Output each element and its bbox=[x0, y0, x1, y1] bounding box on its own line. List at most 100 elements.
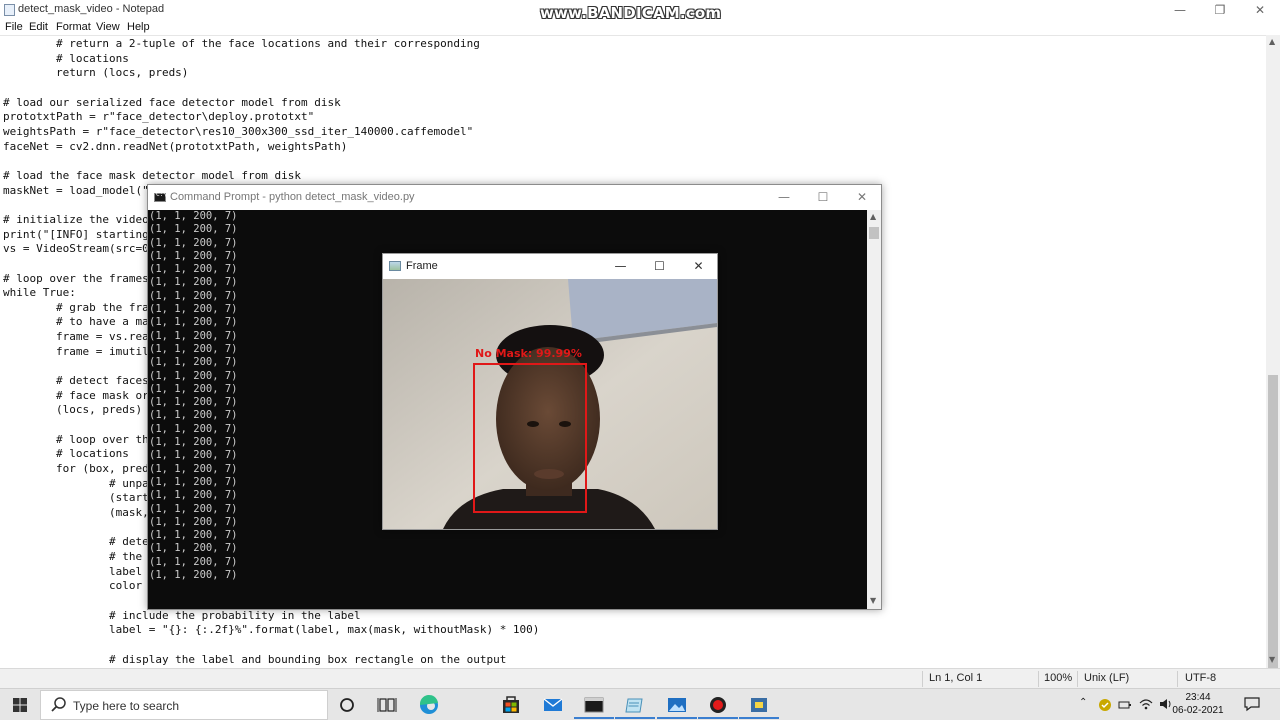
cmd-output-line: (1, 1, 200, 7) bbox=[149, 303, 238, 316]
photos-taskbar-button[interactable] bbox=[657, 691, 697, 719]
menu-format[interactable]: Format bbox=[56, 21, 91, 33]
code-line: faceNet = cv2.dnn.readNet(prototxtPath, … bbox=[3, 139, 348, 153]
cmd-title: Command Prompt - python detect_mask_vide… bbox=[170, 191, 415, 203]
store-button[interactable] bbox=[491, 691, 531, 719]
cmd-output-line: (1, 1, 200, 7) bbox=[149, 223, 238, 236]
taskbar-search-box[interactable]: Type here to search bbox=[40, 690, 328, 720]
cmd-scroll-thumb[interactable] bbox=[869, 227, 879, 239]
scroll-down-icon[interactable]: ▼ bbox=[1269, 655, 1275, 664]
cmd-output-line: (1, 1, 200, 7) bbox=[149, 236, 238, 249]
clock-date: 06-02-2021 bbox=[1172, 705, 1224, 716]
minimize-button[interactable]: — bbox=[1160, 0, 1200, 20]
cmd-app-icon: C:\ bbox=[154, 191, 167, 202]
mail-button[interactable] bbox=[533, 691, 573, 719]
cmd-output-line: (1, 1, 200, 7) bbox=[149, 356, 238, 369]
code-line: # load our serialized face detector mode… bbox=[3, 95, 341, 109]
close-button[interactable]: ✕ bbox=[1240, 0, 1280, 20]
notepad-statusbar: Ln 1, Col 1 100% Unix (LF) UTF-8 bbox=[0, 668, 1280, 688]
bandicam-taskbar-button[interactable] bbox=[698, 691, 738, 719]
scroll-up-icon[interactable]: ▲ bbox=[870, 212, 876, 221]
minimize-icon: — bbox=[614, 259, 627, 273]
minimize-icon: — bbox=[778, 190, 790, 204]
task-view-icon bbox=[377, 698, 397, 712]
maximize-button[interactable]: ❐ bbox=[1200, 0, 1240, 20]
frame-minimize-button[interactable]: — bbox=[601, 254, 640, 279]
taskbar-clock[interactable]: 23:44 06-02-2021 bbox=[1168, 691, 1228, 717]
status-divider bbox=[1038, 671, 1039, 687]
menu-help[interactable]: Help bbox=[127, 21, 150, 33]
frame-maximize-button[interactable]: ☐ bbox=[640, 254, 679, 279]
frame-close-button[interactable]: ✕ bbox=[679, 254, 718, 279]
security-icon[interactable] bbox=[1098, 698, 1112, 712]
taskbar: Type here to search ⌃ 23:44 06-02-2021 bbox=[0, 688, 1280, 720]
cmd-close-button[interactable]: ✕ bbox=[842, 185, 882, 210]
cmd-titlebar[interactable]: C:\ Command Prompt - python detect_mask_… bbox=[148, 185, 881, 210]
notepad-icon bbox=[625, 698, 643, 713]
code-line: # return a 2-tuple of the face locations… bbox=[3, 37, 480, 50]
menu-edit[interactable]: Edit bbox=[29, 21, 48, 33]
minimize-icon: — bbox=[1174, 3, 1186, 17]
code-line: label = "{}: {:.2f}%".format(label, max(… bbox=[3, 623, 540, 637]
cmd-output-line: (1, 1, 200, 7) bbox=[149, 276, 238, 289]
code-line: # locations bbox=[3, 51, 129, 65]
notifications-icon[interactable] bbox=[1243, 696, 1261, 712]
person-eye bbox=[527, 421, 539, 427]
cmd-output-line: (1, 1, 200, 7) bbox=[149, 369, 238, 382]
cmd-output-line: (1, 1, 200, 7) bbox=[149, 329, 238, 342]
cmd-output-line: (1, 1, 200, 7) bbox=[149, 436, 238, 449]
cmd-output-line: (1, 1, 200, 7) bbox=[149, 409, 238, 422]
cortana-button[interactable] bbox=[327, 691, 367, 719]
cmd-icon bbox=[584, 697, 604, 713]
status-encoding: UTF-8 bbox=[1185, 672, 1217, 684]
windows-icon bbox=[13, 698, 27, 712]
search-placeholder: Type here to search bbox=[73, 699, 180, 713]
menu-view[interactable]: View bbox=[96, 21, 120, 33]
notepad-taskbar-button[interactable] bbox=[615, 691, 655, 719]
cmd-taskbar-button[interactable] bbox=[574, 691, 614, 719]
notepad-vertical-scrollbar[interactable]: ▲ ▼ bbox=[1266, 35, 1280, 675]
frame-title: Frame bbox=[406, 260, 438, 272]
edge-button[interactable] bbox=[409, 691, 449, 719]
menu-file[interactable]: File bbox=[5, 21, 23, 33]
store-icon bbox=[503, 696, 519, 713]
photos-icon bbox=[668, 698, 686, 712]
wifi-icon[interactable] bbox=[1138, 697, 1154, 711]
python-taskbar-button[interactable] bbox=[739, 691, 779, 719]
task-view-button[interactable] bbox=[367, 691, 407, 719]
start-button[interactable] bbox=[0, 689, 40, 720]
python-icon bbox=[751, 698, 767, 712]
scroll-up-icon[interactable]: ▲ bbox=[1269, 37, 1275, 46]
cmd-output-line: (1, 1, 200, 7) bbox=[149, 555, 238, 568]
scroll-down-icon[interactable]: ▼ bbox=[870, 596, 876, 605]
notepad-scroll-thumb[interactable] bbox=[1268, 375, 1278, 675]
cmd-output-line: (1, 1, 200, 7) bbox=[149, 489, 238, 502]
close-icon: ✕ bbox=[856, 190, 868, 204]
cmd-vertical-scrollbar[interactable]: ▲ ▼ bbox=[867, 210, 881, 609]
status-line-ending: Unix (LF) bbox=[1084, 672, 1130, 684]
cmd-output-line: (1, 1, 200, 7) bbox=[149, 249, 238, 262]
cortana-icon bbox=[340, 698, 354, 712]
search-icon bbox=[51, 697, 66, 712]
person-eye bbox=[559, 421, 571, 427]
cmd-output-line: (1, 1, 200, 7) bbox=[149, 342, 238, 355]
battery-icon[interactable] bbox=[1118, 699, 1132, 711]
bandicam-watermark: www.BANDICAM.com bbox=[540, 4, 722, 22]
cmd-minimize-button[interactable]: — bbox=[764, 185, 804, 210]
cmd-output-line: (1, 1, 200, 7) bbox=[149, 396, 238, 409]
cmd-output-line: (1, 1, 200, 7) bbox=[149, 289, 238, 302]
maximize-icon: ☐ bbox=[654, 259, 665, 273]
webcam-scene: No Mask: 99.99% bbox=[383, 279, 717, 529]
restore-icon: ❐ bbox=[1214, 3, 1226, 17]
frame-window: Frame — ☐ ✕ No Mask: 99.99% bbox=[382, 253, 718, 530]
cmd-maximize-button[interactable]: ☐ bbox=[803, 185, 843, 210]
frame-titlebar[interactable]: Frame — ☐ ✕ bbox=[383, 254, 717, 279]
clock-time: 23:44 bbox=[1185, 692, 1211, 703]
cmd-output-line: (1, 1, 200, 7) bbox=[149, 422, 238, 435]
chevron-up-icon[interactable]: ⌃ bbox=[1079, 697, 1087, 708]
cmd-output-line: (1, 1, 200, 7) bbox=[149, 542, 238, 555]
webcam-video-frame: No Mask: 99.99% bbox=[383, 279, 717, 529]
code-line: return (locs, preds) bbox=[3, 66, 189, 80]
notepad-title: detect_mask_video - Notepad bbox=[18, 3, 165, 15]
cmd-output-line: (1, 1, 200, 7) bbox=[149, 449, 238, 462]
